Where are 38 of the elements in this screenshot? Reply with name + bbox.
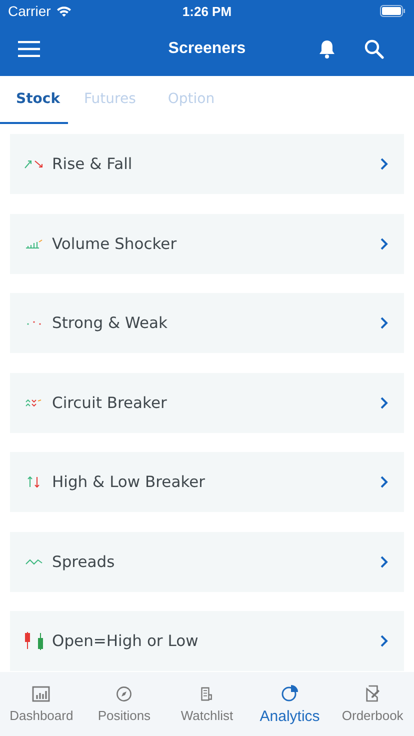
bar-chart-icon — [32, 686, 50, 702]
screener-item[interactable]: Open=High or Low — [10, 611, 404, 671]
zigzag-icon — [24, 558, 44, 566]
chevrons-icon — [24, 396, 44, 408]
compass-icon — [116, 686, 132, 702]
wifi-icon — [56, 5, 72, 17]
nav-tab[interactable]: Watchlist — [166, 672, 248, 736]
screener-item[interactable]: High & Low Breaker — [10, 452, 404, 512]
screener-item[interactable]: Strong & Weak — [10, 293, 404, 353]
candlestick-icon — [24, 632, 44, 650]
chevron-right-icon — [380, 158, 388, 170]
screener-item[interactable]: Rise & Fall — [10, 134, 404, 194]
status-time: 1:26 PM — [182, 4, 232, 18]
bell-icon[interactable] — [318, 39, 336, 59]
pie-chart-icon — [280, 684, 299, 702]
edit-note-icon — [365, 685, 380, 702]
chevron-right-icon — [380, 317, 388, 329]
carrier-label: Carrier — [8, 3, 51, 19]
nav-tab[interactable]: Analytics — [248, 672, 332, 736]
menu-icon[interactable] — [18, 41, 40, 57]
chevron-right-icon — [380, 556, 388, 568]
nav-tab[interactable]: Orderbook — [331, 672, 414, 736]
trend-arrows-icon — [24, 159, 44, 169]
chevron-right-icon — [380, 396, 388, 408]
battery-icon — [380, 5, 406, 17]
screener-item[interactable]: Spreads — [10, 532, 404, 592]
search-icon[interactable] — [364, 39, 384, 59]
tab[interactable]: Stock — [0, 76, 68, 124]
nav-tab[interactable]: Positions — [82, 672, 166, 736]
nav-tab[interactable]: Dashboard — [0, 672, 83, 736]
screener-item[interactable]: Circuit Breaker — [10, 372, 404, 432]
chevron-right-icon — [380, 635, 388, 647]
volume-bars-icon — [24, 238, 44, 248]
chevron-right-icon — [380, 476, 388, 488]
chevron-right-icon — [380, 238, 388, 250]
document-icon — [200, 686, 214, 702]
screen-title: Screeners — [168, 40, 246, 58]
screener-item[interactable]: Volume Shocker — [10, 214, 404, 274]
